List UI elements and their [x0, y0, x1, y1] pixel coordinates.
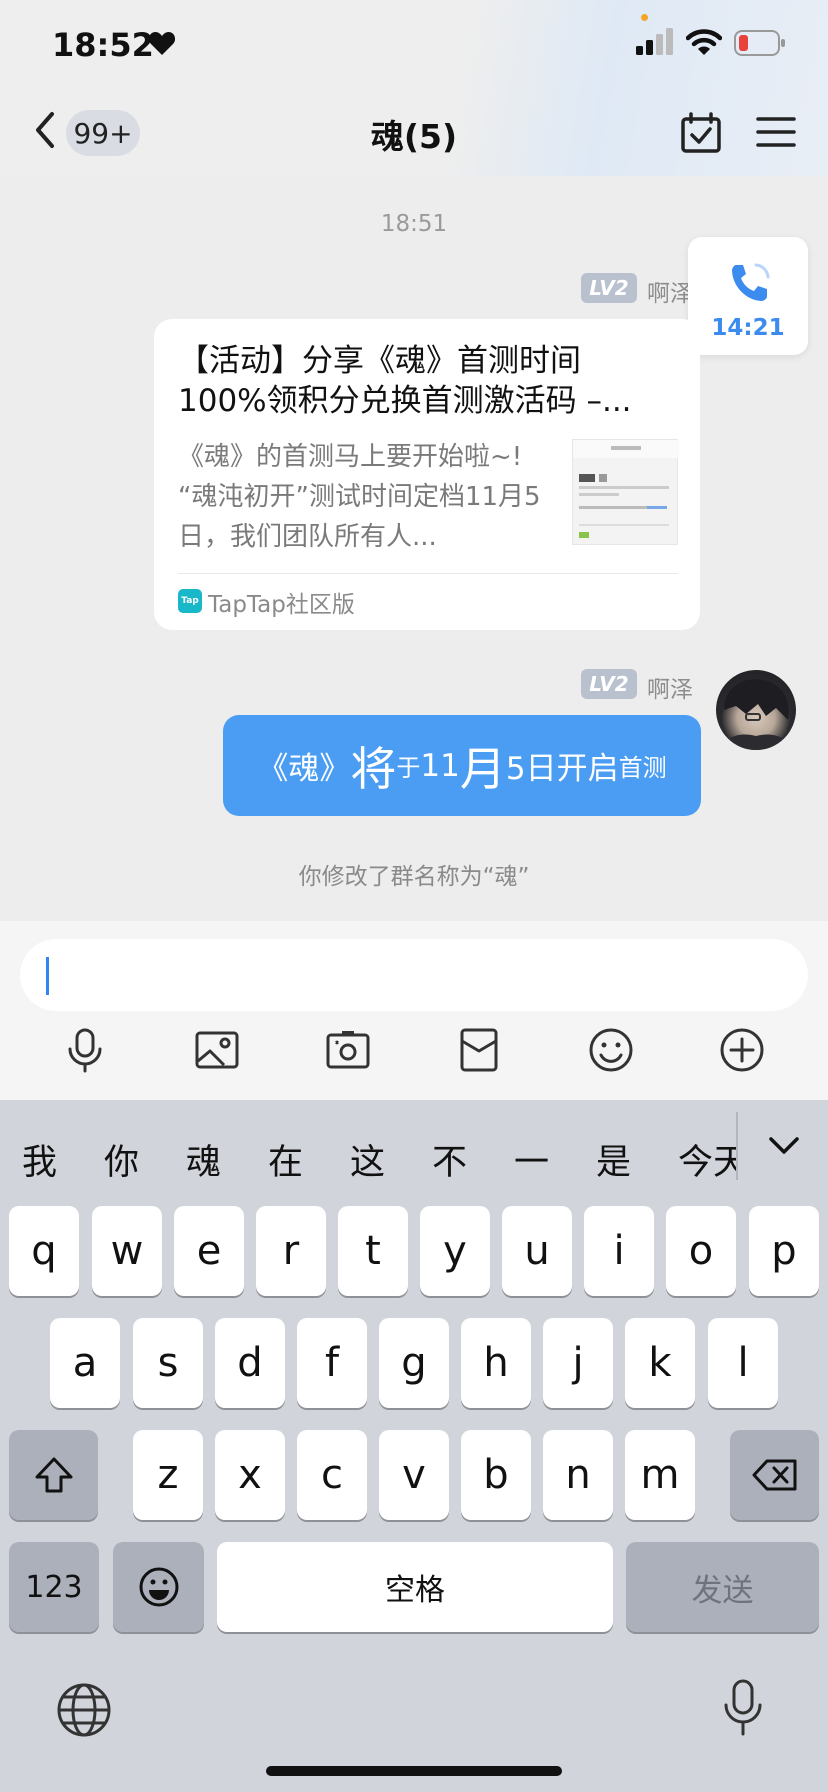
divider	[178, 573, 678, 574]
status-time: 18:52	[52, 26, 154, 64]
sender-name[interactable]: 啊泽	[647, 274, 693, 308]
link-card-description: 《魂》的首测马上要开始啦~! “魂沌初开”测试时间定档11月5 日，我们团队所有…	[178, 442, 541, 552]
red-packet-icon[interactable]	[456, 1027, 502, 1073]
key-x[interactable]: x	[215, 1430, 285, 1520]
calendar-check-icon[interactable]	[680, 112, 722, 154]
emoji-icon[interactable]	[588, 1027, 634, 1073]
key-v[interactable]: v	[379, 1430, 449, 1520]
key-j[interactable]: j	[543, 1318, 613, 1408]
top-bar: 18:52 99+ 魂(5)	[0, 0, 828, 176]
key-l[interactable]: l	[708, 1318, 778, 1408]
key-n[interactable]: n	[543, 1430, 613, 1520]
link-card-source: TapTap社区版	[208, 592, 355, 618]
space-key[interactable]: 空格	[217, 1542, 613, 1632]
avatar[interactable]	[716, 670, 796, 750]
key-k[interactable]: k	[625, 1318, 695, 1408]
link-card-thumbnail	[572, 439, 679, 545]
home-indicator	[266, 1766, 562, 1776]
candidate-word[interactable]: 我	[22, 1134, 57, 1185]
level-badge: LV2	[581, 273, 637, 303]
shift-icon	[35, 1457, 72, 1493]
key-o[interactable]: o	[666, 1206, 736, 1296]
key-g[interactable]: g	[379, 1318, 449, 1408]
key-p[interactable]: p	[749, 1206, 819, 1296]
emoji-key[interactable]	[113, 1542, 204, 1632]
call-duration: 14:21	[711, 315, 785, 341]
key-a[interactable]: a	[50, 1318, 120, 1408]
image-icon[interactable]	[194, 1027, 240, 1073]
shift-key[interactable]	[9, 1430, 98, 1520]
candidate-word[interactable]: 在	[268, 1134, 303, 1185]
emoji-keyboard-icon	[139, 1567, 178, 1607]
key-e[interactable]: e	[174, 1206, 244, 1296]
numbers-key[interactable]: 123	[9, 1542, 99, 1632]
plus-icon[interactable]	[719, 1027, 765, 1073]
keyboard: 我 你 魂 在 这 不 一 是 今天 q w e r t y u i o p a…	[0, 1100, 828, 1792]
link-card-title: 【活动】分享《魂》首测时间 100%领积分兑换首测激活码 –...	[178, 343, 632, 419]
key-s[interactable]: s	[133, 1318, 203, 1408]
shared-link-card[interactable]: 【活动】分享《魂》首测时间 100%领积分兑换首测激活码 –... 《魂》的首测…	[154, 319, 700, 630]
key-b[interactable]: b	[461, 1430, 531, 1520]
privacy-indicator	[641, 14, 648, 21]
key-i[interactable]: i	[584, 1206, 654, 1296]
key-f[interactable]: f	[297, 1318, 367, 1408]
key-r[interactable]: r	[256, 1206, 326, 1296]
globe-icon[interactable]	[56, 1682, 112, 1738]
candidate-word[interactable]: 今天	[678, 1134, 736, 1185]
send-key[interactable]: 发送	[626, 1542, 819, 1632]
candidate-word[interactable]: 不	[432, 1134, 467, 1185]
delete-key[interactable]	[730, 1430, 819, 1520]
key-w[interactable]: w	[92, 1206, 162, 1296]
key-c[interactable]: c	[297, 1430, 367, 1520]
key-z[interactable]: z	[133, 1430, 203, 1520]
candidate-word[interactable]: 这	[350, 1134, 385, 1185]
wifi-icon	[686, 29, 722, 55]
message-input[interactable]	[20, 939, 808, 1011]
voice-call-card[interactable]: 14:21	[688, 237, 808, 355]
heart-icon	[148, 32, 176, 55]
level-badge: LV2	[581, 669, 637, 699]
dictation-icon[interactable]	[722, 1678, 764, 1738]
chevron-down-icon[interactable]	[768, 1134, 800, 1158]
candidate-word[interactable]: 是	[596, 1134, 631, 1185]
sender-name[interactable]: 啊泽	[647, 670, 693, 704]
input-area	[0, 921, 828, 1100]
key-y[interactable]: y	[420, 1206, 490, 1296]
microphone-icon[interactable]	[62, 1027, 108, 1073]
key-u[interactable]: u	[502, 1206, 572, 1296]
message-bubble[interactable]: 《魂》将于 11 月 5日开启 首测	[223, 715, 701, 816]
battery-icon	[734, 30, 785, 56]
candidate-divider	[736, 1112, 738, 1180]
key-t[interactable]: t	[338, 1206, 408, 1296]
backspace-icon	[752, 1459, 796, 1491]
candidate-word[interactable]: 魂	[186, 1134, 221, 1185]
message-timestamp: 18:51	[380, 211, 448, 237]
menu-icon[interactable]	[756, 114, 796, 150]
key-q[interactable]: q	[9, 1206, 79, 1296]
cellular-signal-icon	[636, 28, 673, 55]
phone-icon	[732, 263, 770, 301]
text-caret	[46, 957, 49, 995]
system-message: 你修改了群名称为“魂”	[298, 864, 530, 890]
key-h[interactable]: h	[461, 1318, 531, 1408]
taptap-logo: Tap	[178, 589, 202, 613]
candidate-word[interactable]: 一	[514, 1134, 549, 1185]
camera-icon[interactable]	[325, 1027, 371, 1073]
key-m[interactable]: m	[625, 1430, 695, 1520]
key-d[interactable]: d	[215, 1318, 285, 1408]
candidate-word[interactable]: 你	[104, 1134, 139, 1185]
